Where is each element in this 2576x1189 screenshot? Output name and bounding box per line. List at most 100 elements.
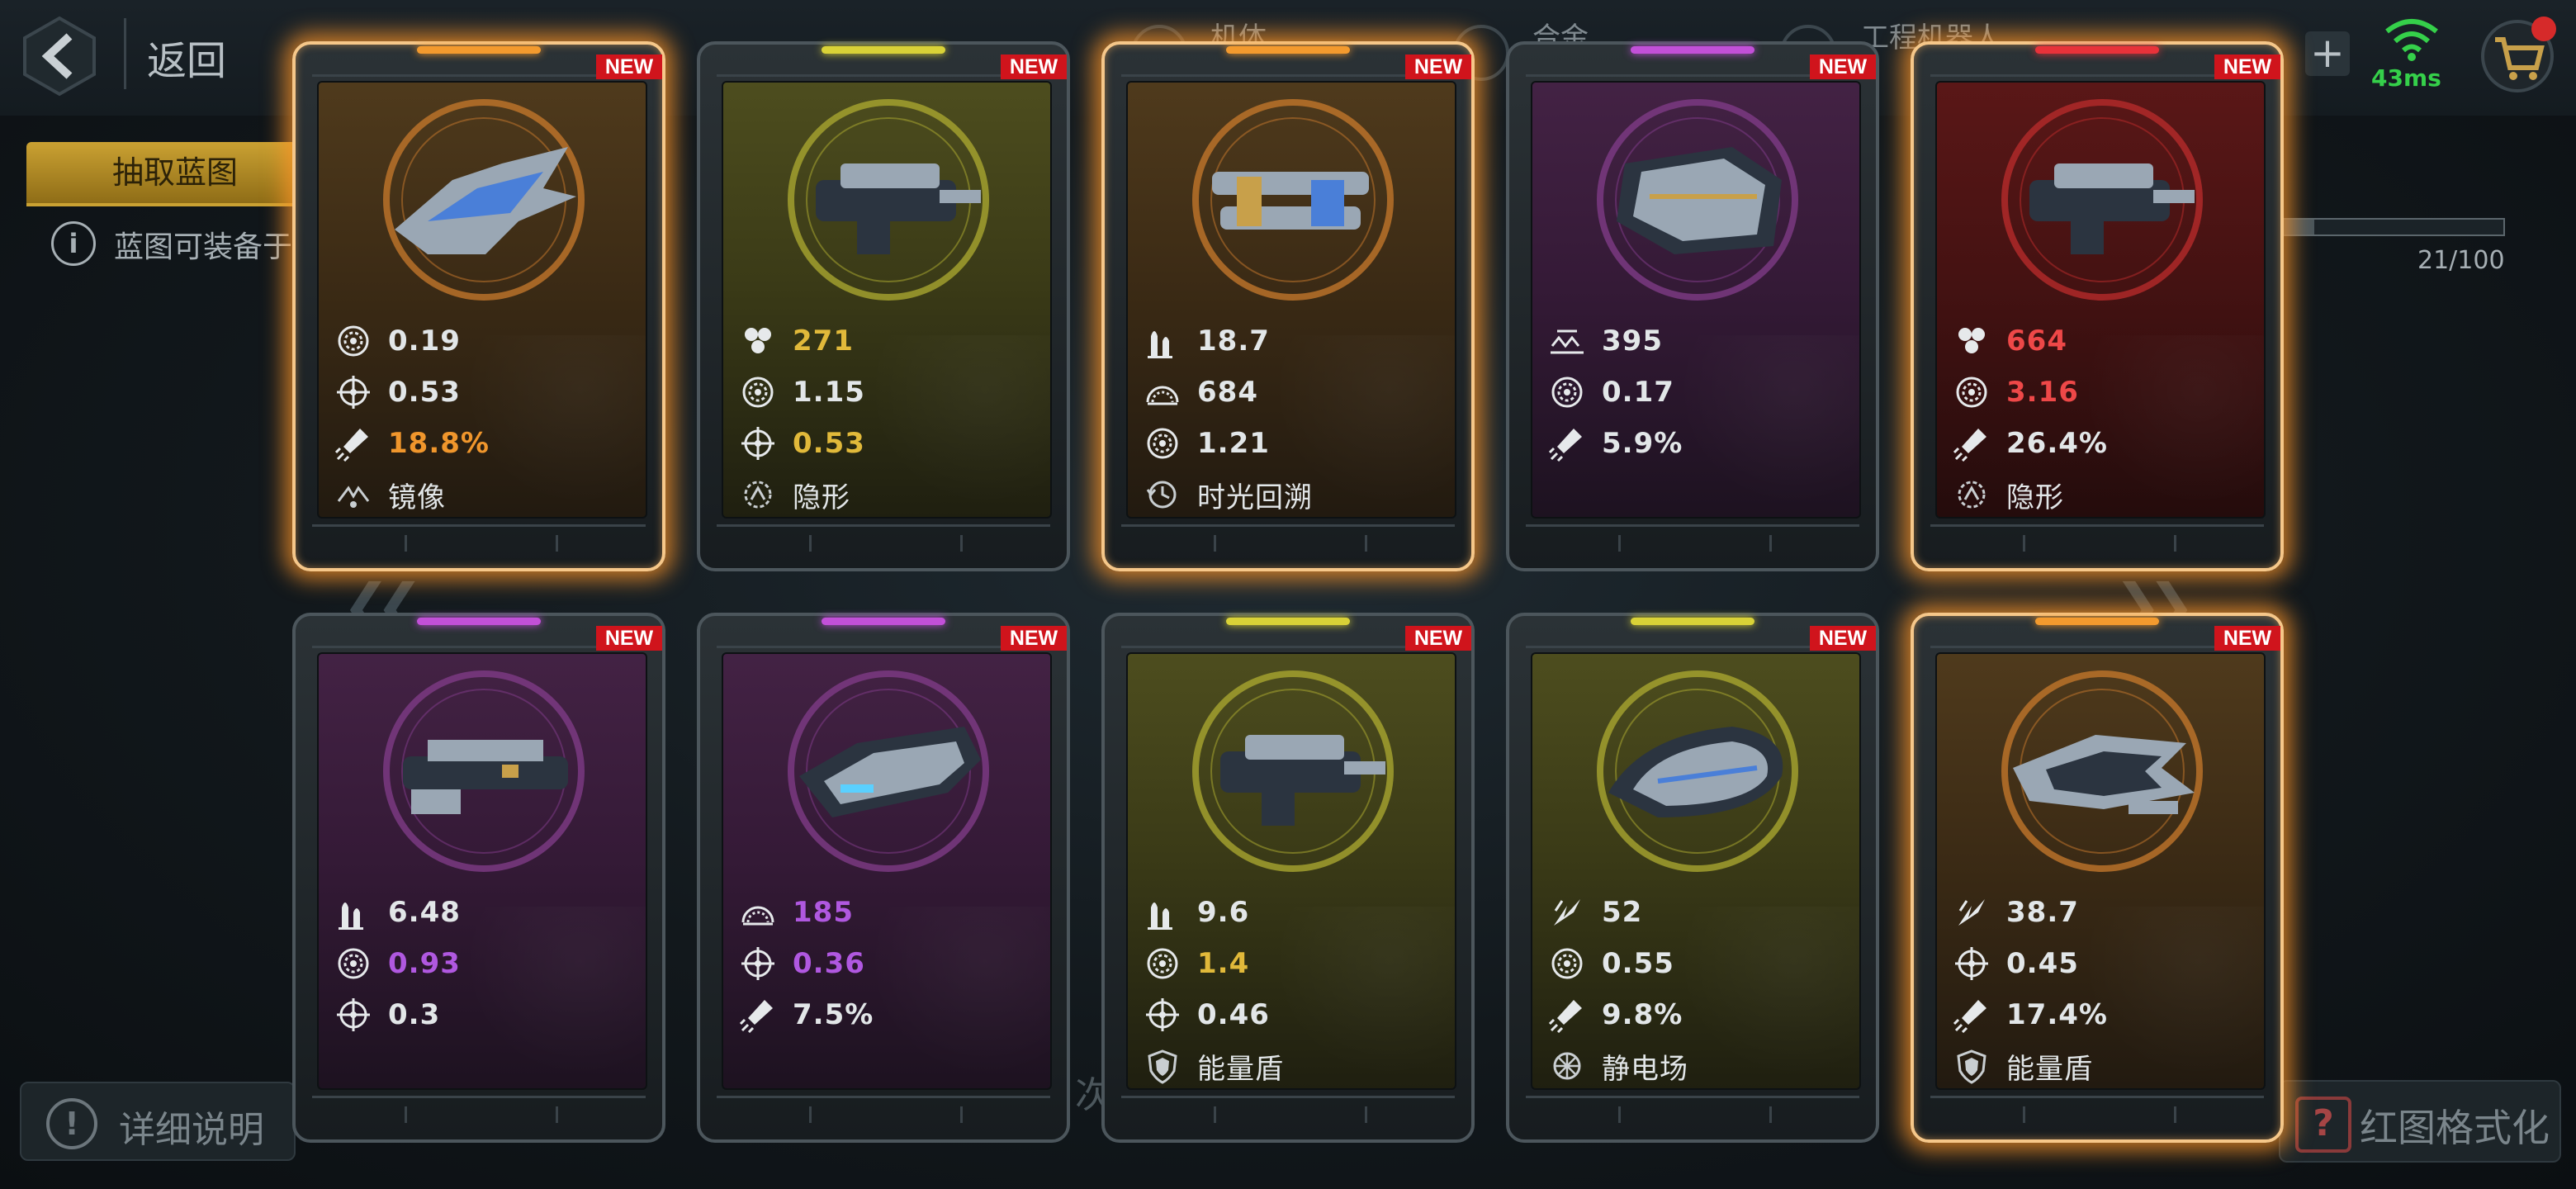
blueprint-card[interactable]: NEW 185 0.36 7.5% bbox=[697, 613, 1070, 1143]
reload-icon bbox=[338, 325, 369, 357]
stat-row: 时光回溯 bbox=[1144, 469, 1447, 517]
stat-value: 664 bbox=[2006, 324, 2067, 358]
stat-value: 52 bbox=[1602, 896, 1643, 929]
info-icon: i bbox=[51, 221, 96, 266]
stat-row: 684 bbox=[1144, 367, 1447, 418]
stat-value: 26.4% bbox=[2006, 427, 2108, 460]
weapon-image bbox=[1608, 727, 1783, 817]
missile-icon bbox=[1953, 1000, 1986, 1033]
card-panel: 18.7 684 1.21 时光回溯 bbox=[1126, 81, 1456, 519]
stat-value: 271 bbox=[793, 324, 854, 358]
card-footer bbox=[1121, 524, 1455, 560]
footer-notch bbox=[2023, 1106, 2176, 1123]
card-footer bbox=[717, 524, 1050, 560]
stat-value: 隐形 bbox=[2006, 481, 2064, 514]
stat-value: 17.4% bbox=[2006, 998, 2108, 1031]
stat-row: 26.4% bbox=[1953, 418, 2256, 469]
blueprint-card[interactable]: NEW 38.7 0.45 17.4% 能量盾 bbox=[1911, 613, 2284, 1143]
blueprint-card[interactable]: NEW 395 0.17 5.9% bbox=[1506, 41, 1879, 571]
stat-value: 3.16 bbox=[2006, 376, 2079, 409]
blueprint-card[interactable]: NEW 18.7 684 1.21 时光回溯 bbox=[1101, 41, 1475, 571]
format-button[interactable]: ? 红图格式化 bbox=[2279, 1080, 2561, 1163]
stat-row: 9.8% bbox=[1549, 989, 1851, 1040]
ammo-icon bbox=[1148, 331, 1172, 358]
reload-icon bbox=[1551, 377, 1583, 408]
stat-value: 镜像 bbox=[388, 481, 446, 514]
stat-row: 52 bbox=[1549, 887, 1851, 938]
tab-extract-blueprint[interactable]: 抽取蓝图 bbox=[26, 142, 324, 203]
card-footer bbox=[717, 1096, 1050, 1131]
stat-row: 0.36 bbox=[740, 938, 1042, 989]
card-footer bbox=[312, 1096, 646, 1131]
card-footer bbox=[1930, 1096, 2264, 1131]
new-badge: NEW bbox=[1810, 54, 1876, 79]
stealth-skill-icon bbox=[1958, 481, 1986, 509]
stat-row: 隐形 bbox=[1953, 469, 2256, 517]
new-badge: NEW bbox=[1405, 54, 1471, 79]
stat-value: 18.8% bbox=[388, 427, 490, 460]
reload-icon bbox=[1147, 428, 1178, 459]
footer-notch bbox=[809, 535, 963, 552]
reload-icon bbox=[742, 377, 774, 408]
notification-badge bbox=[2531, 17, 2556, 41]
back-arrow-icon[interactable] bbox=[18, 15, 101, 97]
weapon-image bbox=[799, 727, 981, 817]
stat-row: 6.48 bbox=[335, 887, 637, 938]
reload-icon bbox=[1147, 948, 1178, 979]
stat-value: 0.46 bbox=[1197, 998, 1270, 1031]
weapon-image bbox=[2013, 735, 2195, 814]
card-footer bbox=[312, 524, 646, 560]
stat-row: 1.15 bbox=[740, 367, 1042, 418]
stats-list: 395 0.17 5.9% bbox=[1549, 315, 1851, 469]
stat-value: 38.7 bbox=[2006, 896, 2079, 929]
rarity-accent bbox=[1631, 618, 1754, 625]
stat-value: 0.55 bbox=[1602, 947, 1674, 980]
static-field-skill-icon bbox=[1553, 1052, 1581, 1080]
weapon-image bbox=[395, 147, 576, 254]
damage-icon bbox=[1958, 899, 1985, 926]
card-panel: 38.7 0.45 17.4% 能量盾 bbox=[1935, 652, 2266, 1090]
weapon-image bbox=[1617, 147, 1782, 254]
blueprint-card[interactable]: NEW 271 1.15 0.53 隐形 bbox=[697, 41, 1070, 571]
stat-row: 17.4% bbox=[1953, 989, 2256, 1040]
blueprint-card[interactable]: NEW 52 0.55 9.8% 静电场 bbox=[1506, 613, 1879, 1143]
missile-icon bbox=[740, 1000, 773, 1033]
weapon-image bbox=[1212, 172, 1369, 230]
rarity-accent bbox=[1226, 46, 1350, 54]
stat-value: 18.7 bbox=[1197, 324, 1270, 358]
add-button[interactable]: + bbox=[2305, 31, 2350, 76]
stat-row: 0.19 bbox=[335, 315, 637, 367]
stat-row: 3.16 bbox=[1953, 367, 2256, 418]
stat-value: 9.6 bbox=[1197, 896, 1250, 929]
blueprint-card[interactable]: NEW 0.19 0.53 18.8% 镜像 bbox=[292, 41, 665, 571]
blueprint-card[interactable]: NEW 664 3.16 26.4% 隐形 bbox=[1911, 41, 2284, 571]
new-badge: NEW bbox=[596, 54, 662, 79]
stat-row: 5.9% bbox=[1549, 418, 1851, 469]
stat-row: 0.53 bbox=[740, 418, 1042, 469]
card-panel: 185 0.36 7.5% bbox=[722, 652, 1052, 1090]
blueprint-card[interactable]: NEW 6.48 0.93 0.3 bbox=[292, 613, 665, 1143]
stat-row: 0.45 bbox=[1953, 938, 2256, 989]
new-badge: NEW bbox=[1405, 626, 1471, 651]
mirror-skill-icon bbox=[337, 486, 370, 508]
alert-icon: ! bbox=[46, 1098, 97, 1149]
back-label[interactable]: 返回 bbox=[147, 28, 226, 86]
ammo-icon bbox=[1148, 902, 1172, 930]
stat-row: 0.93 bbox=[335, 938, 637, 989]
stat-row: 静电场 bbox=[1549, 1040, 1851, 1088]
wifi-icon bbox=[2385, 19, 2438, 61]
detail-button[interactable]: ! 详细说明 bbox=[20, 1082, 296, 1161]
stat-value: 6.48 bbox=[388, 896, 461, 929]
stat-value: 0.19 bbox=[388, 324, 461, 358]
card-panel: 395 0.17 5.9% bbox=[1531, 81, 1861, 519]
stat-value: 时光回溯 bbox=[1197, 481, 1313, 514]
stat-value: 0.36 bbox=[793, 947, 865, 980]
blueprint-card[interactable]: NEW 9.6 1.4 0.46 能量盾 bbox=[1101, 613, 1475, 1143]
missile-icon bbox=[335, 429, 368, 462]
accuracy-icon bbox=[741, 947, 774, 980]
stat-row: 18.7 bbox=[1144, 315, 1447, 367]
spread-icon bbox=[1551, 329, 1584, 354]
missile-icon bbox=[1953, 429, 1986, 462]
stat-value: 0.53 bbox=[793, 427, 865, 460]
format-label: 红图格式化 bbox=[2360, 1106, 2550, 1150]
